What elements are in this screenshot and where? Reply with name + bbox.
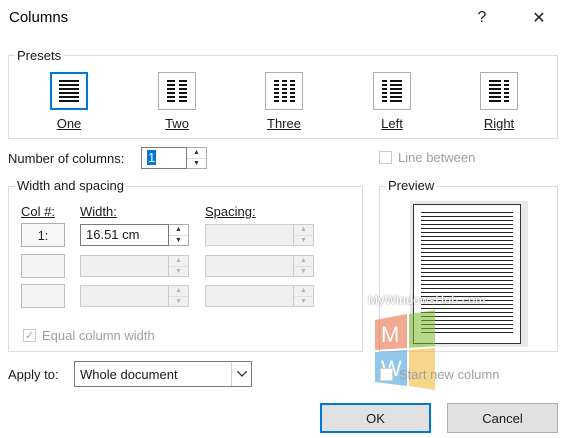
number-of-columns-spin[interactable]: ▲ ▼ [187, 147, 207, 169]
width-spin-2[interactable]: ▲ ▼ [169, 255, 189, 277]
width-spin-3[interactable]: ▲ ▼ [169, 285, 189, 307]
spacing-header: Spacing: [205, 204, 256, 219]
col-number-3 [21, 284, 65, 308]
checkmark-icon: ✓ [24, 330, 35, 342]
help-button[interactable]: ? [467, 6, 497, 30]
close-button[interactable]: ✕ [524, 6, 554, 30]
spin-down-icon[interactable]: ▼ [294, 236, 313, 246]
spin-up-icon[interactable]: ▲ [294, 225, 313, 236]
spacing-spinner-3[interactable]: ▲ ▼ [205, 285, 314, 307]
watermark-text: MyWindowsHub.com [368, 293, 486, 307]
width-spin-1[interactable]: ▲ ▼ [169, 224, 189, 246]
preset-right-button[interactable] [480, 72, 518, 110]
spacing-input-1[interactable] [205, 224, 294, 246]
preset-three-button[interactable] [265, 72, 303, 110]
two-columns-icon [167, 80, 187, 102]
preset-left-label: Left [381, 116, 403, 131]
spin-up-icon[interactable]: ▲ [187, 148, 206, 159]
preset-three-label: Three [267, 116, 301, 131]
close-icon: ✕ [532, 10, 546, 27]
equal-column-width-checkbox[interactable]: ✓ Equal column width [23, 328, 155, 343]
spacing-input-3[interactable] [205, 285, 294, 307]
apply-to-select[interactable]: Whole document [74, 361, 252, 387]
preset-three[interactable]: Three [254, 72, 314, 131]
chevron-down-icon[interactable] [231, 362, 251, 386]
ok-button[interactable]: OK [320, 403, 431, 433]
spin-down-icon[interactable]: ▼ [169, 297, 188, 307]
help-icon: ? [477, 9, 487, 26]
start-new-column-checkbox[interactable]: Start new column [380, 367, 499, 382]
spacing-spin-2[interactable]: ▲ ▼ [294, 255, 314, 277]
spin-up-icon[interactable]: ▲ [169, 225, 188, 236]
width-spacing-group-label: Width and spacing [15, 178, 126, 193]
apply-to-value: Whole document [80, 366, 178, 382]
cancel-button[interactable]: Cancel [447, 403, 558, 433]
preset-right-label: Right [483, 116, 515, 131]
preset-one[interactable]: One [39, 72, 99, 131]
one-column-icon [59, 80, 79, 102]
preset-two[interactable]: Two [147, 72, 207, 131]
dialog-title: Columns [9, 9, 69, 26]
spacing-spinner-2[interactable]: ▲ ▼ [205, 255, 314, 277]
col-number-header: Col #: [21, 204, 55, 219]
spin-up-icon[interactable]: ▲ [169, 286, 188, 297]
line-between-checkbox[interactable]: Line between [379, 150, 475, 165]
spin-down-icon[interactable]: ▼ [187, 159, 206, 169]
width-input-2[interactable] [80, 255, 169, 277]
spin-down-icon[interactable]: ▼ [169, 267, 188, 277]
three-columns-icon [274, 80, 295, 102]
left-columns-icon [382, 80, 402, 102]
spin-down-icon[interactable]: ▼ [294, 297, 313, 307]
presets-group-label: Presets [15, 48, 64, 63]
start-new-column-label: Start new column [399, 367, 500, 382]
spacing-spin-3[interactable]: ▲ ▼ [294, 285, 314, 307]
number-of-columns-input[interactable]: 1 [141, 147, 187, 169]
spin-down-icon[interactable]: ▼ [169, 236, 188, 246]
spacing-spin-1[interactable]: ▲ ▼ [294, 224, 314, 246]
width-input-3[interactable] [80, 285, 169, 307]
col-number-2 [21, 254, 65, 278]
svg-text:M: M [381, 322, 399, 347]
preset-right[interactable]: Right [469, 72, 529, 131]
equal-column-width-label: Equal column width [42, 328, 155, 343]
preset-two-button[interactable] [158, 72, 196, 110]
width-spinner-1[interactable]: 16.51 cm ▲ ▼ [80, 224, 189, 246]
width-header: Width: [80, 204, 117, 219]
preset-left-button[interactable] [373, 72, 411, 110]
preview-group-label: Preview [386, 178, 437, 193]
preset-two-label: Two [165, 116, 189, 131]
apply-to-label: Apply to: [8, 367, 59, 382]
line-between-box[interactable] [379, 151, 392, 164]
col-number-1: 1: [21, 223, 65, 247]
width-input-1[interactable]: 16.51 cm [80, 224, 169, 246]
spacing-spinner-1[interactable]: ▲ ▼ [205, 224, 314, 246]
equal-column-width-box[interactable]: ✓ [23, 329, 36, 342]
preset-left[interactable]: Left [362, 72, 422, 131]
spin-up-icon[interactable]: ▲ [294, 286, 313, 297]
spacing-input-2[interactable] [205, 255, 294, 277]
number-of-columns-spinner[interactable]: 1 ▲ ▼ [141, 147, 207, 169]
width-spinner-2[interactable]: ▲ ▼ [80, 255, 189, 277]
width-spinner-3[interactable]: ▲ ▼ [80, 285, 189, 307]
spin-up-icon[interactable]: ▲ [294, 256, 313, 267]
spin-down-icon[interactable]: ▼ [294, 267, 313, 277]
preset-one-button[interactable] [50, 72, 88, 110]
line-between-label: Line between [398, 150, 476, 165]
number-of-columns-label: Number of columns: [8, 151, 125, 166]
spin-up-icon[interactable]: ▲ [169, 256, 188, 267]
preset-one-label: One [56, 116, 82, 131]
right-columns-icon [489, 80, 509, 102]
start-new-column-box[interactable] [380, 368, 393, 381]
